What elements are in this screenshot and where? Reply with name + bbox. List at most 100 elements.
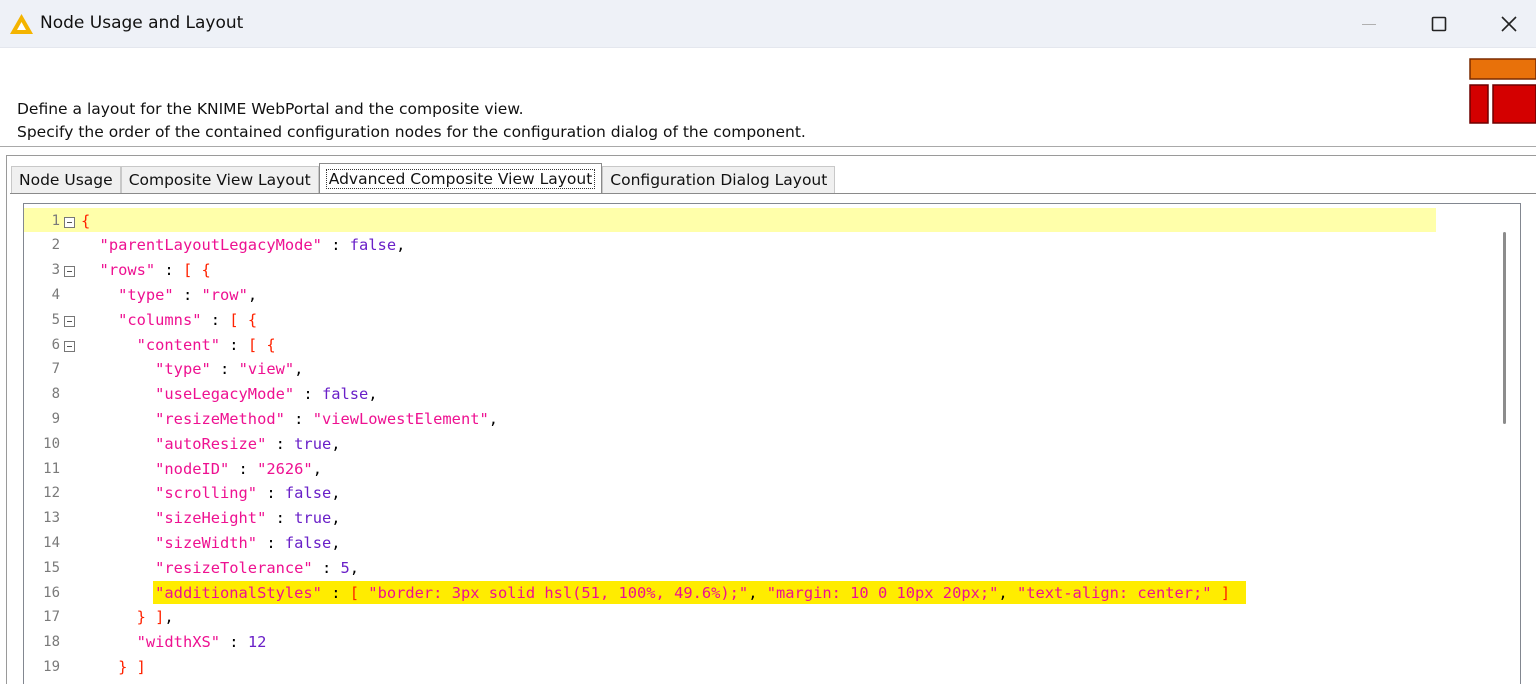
code-line[interactable]: "scrolling" : false, <box>81 481 1494 506</box>
code-line[interactable]: "sizeHeight" : true, <box>81 506 1494 531</box>
code-token: true <box>294 509 332 528</box>
tab-composite-view-layout[interactable]: Composite View Layout <box>120 166 319 193</box>
code-token: "resizeMethod" <box>155 409 285 428</box>
line-number: 8 <box>51 386 60 403</box>
line-number: 19 <box>43 658 60 675</box>
line-number: 20 <box>24 680 60 684</box>
code-token: , <box>312 459 322 478</box>
code-token: "text-align: center;" <box>1016 583 1212 602</box>
code-token: , <box>748 583 767 602</box>
fold-toggle-icon[interactable] <box>64 216 75 228</box>
code-token: : <box>312 558 341 577</box>
code-token: "sizeWidth" <box>155 533 258 552</box>
code-token: ] <box>1211 583 1231 602</box>
code-token: : <box>155 261 183 280</box>
code-line[interactable]: "resizeMethod" : "viewLowestElement", <box>81 407 1494 432</box>
code-area[interactable]: { "parentLayoutLegacyMode" : false, "row… <box>81 204 1494 684</box>
line-number: 5 <box>51 311 60 328</box>
maximize-icon <box>1431 16 1447 32</box>
tab-configuration-dialog-layout[interactable]: Configuration Dialog Layout <box>602 166 836 193</box>
code-token: : <box>321 583 350 602</box>
code-line[interactable]: "content" : [ { <box>81 333 1494 358</box>
code-token: [ { <box>247 335 276 354</box>
code-token: "autoResize" <box>155 434 267 453</box>
code-token: , <box>349 558 360 577</box>
code-token: } ] <box>118 657 146 676</box>
code-token: : <box>284 409 313 428</box>
line-number: 9 <box>51 410 60 427</box>
header-separator <box>0 146 1536 147</box>
code-token: [ { <box>229 310 258 329</box>
code-token: false <box>284 484 332 503</box>
code-token: , <box>331 484 341 503</box>
code-token: : <box>294 385 322 404</box>
code-line[interactable]: "additionalStyles" : [ "border: 3px soli… <box>81 580 1494 606</box>
fold-toggle-icon[interactable] <box>64 315 75 327</box>
code-token: , <box>488 409 499 428</box>
code-line[interactable]: "type" : "row", <box>81 283 1494 308</box>
code-token: : <box>229 459 258 478</box>
code-token: false <box>349 236 397 255</box>
code-line[interactable]: }, { <box>81 680 1494 684</box>
code-line[interactable]: "useLegacyMode" : false, <box>81 382 1494 407</box>
code-token: false <box>321 385 369 404</box>
code-line[interactable]: "autoResize" : true, <box>81 432 1494 457</box>
code-line[interactable]: } ] <box>81 655 1494 680</box>
vertical-scrollbar[interactable] <box>1494 204 1520 684</box>
description-line-2: Specify the order of the contained confi… <box>17 123 806 141</box>
code-line[interactable]: "nodeID" : "2626", <box>81 457 1494 482</box>
code-line[interactable]: "columns" : [ { <box>81 308 1494 333</box>
maximize-button[interactable] <box>1404 0 1474 48</box>
code-token: "resizeTolerance" <box>155 558 313 577</box>
tab-label: Configuration Dialog Layout <box>610 171 828 189</box>
fold-toggle-icon[interactable] <box>64 266 75 278</box>
code-token: , <box>294 360 304 379</box>
tab-advanced-composite-view-layout[interactable]: Advanced Composite View Layout <box>318 163 603 193</box>
code-line[interactable]: "sizeWidth" : false, <box>81 531 1494 556</box>
code-line[interactable]: "type" : "view", <box>81 357 1494 382</box>
line-number: 13 <box>43 510 60 527</box>
line-number: 1 <box>51 212 60 229</box>
code-token: : <box>257 533 285 552</box>
line-number: 15 <box>43 559 60 576</box>
scrollbar-thumb[interactable] <box>1503 232 1506 424</box>
code-token: true <box>294 434 332 453</box>
code-line[interactable]: { <box>81 209 1494 234</box>
code-token: : <box>266 434 295 453</box>
fold-toggle-icon[interactable] <box>64 340 75 352</box>
code-token: , <box>368 385 378 404</box>
tab-node-usage[interactable]: Node Usage <box>11 166 121 193</box>
minimize-button[interactable] <box>1334 0 1404 48</box>
code-token: , <box>998 583 1017 602</box>
tab-label: Advanced Composite View Layout <box>325 168 596 189</box>
code-token: : <box>201 310 230 329</box>
code-token: "columns" <box>118 310 202 329</box>
minimize-icon <box>1362 24 1376 25</box>
code-line[interactable]: "widthXS" : 12 <box>81 630 1494 655</box>
json-code-editor[interactable]: 1234567891011121314151617181920 { "paren… <box>23 203 1521 684</box>
code-line[interactable]: "rows" : [ { <box>81 258 1494 283</box>
code-token: } ] <box>136 608 165 627</box>
code-line[interactable]: } ], <box>81 605 1494 630</box>
code-token: "scrolling" <box>155 484 258 503</box>
window-title: Node Usage and Layout <box>40 13 244 33</box>
code-line[interactable]: "parentLayoutLegacyMode" : false, <box>81 233 1494 258</box>
code-token: "row" <box>201 285 248 304</box>
code-token: , <box>331 434 341 453</box>
close-icon <box>1501 16 1517 32</box>
code-token: "widthXS" <box>136 633 221 652</box>
code-line[interactable]: "resizeTolerance" : 5, <box>81 556 1494 581</box>
close-button[interactable] <box>1474 0 1536 48</box>
title-bar: Node Usage and Layout <box>0 0 1536 48</box>
